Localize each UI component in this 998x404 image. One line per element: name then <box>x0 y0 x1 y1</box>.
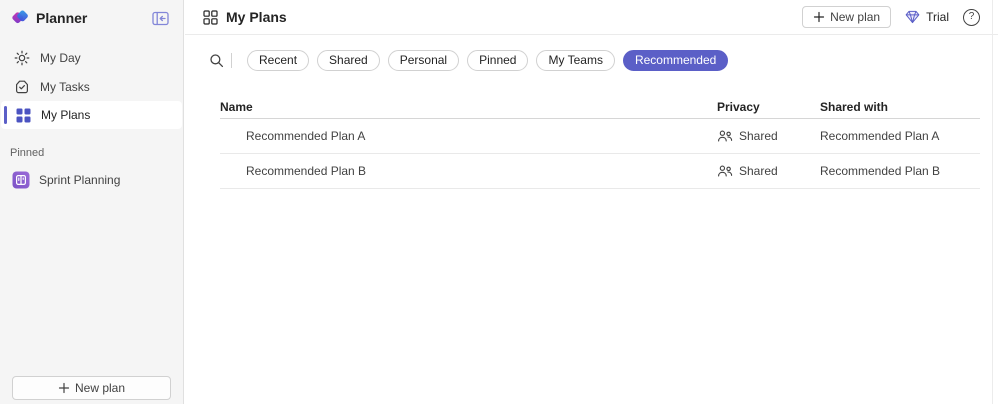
sidebar-new-plan-button[interactable]: New plan <box>12 376 171 400</box>
privacy-label: Shared <box>739 129 778 143</box>
new-plan-label: New plan <box>830 10 881 24</box>
sidebar-item-label: My Plans <box>41 108 91 122</box>
shared-with: Recommended Plan B <box>820 164 941 178</box>
new-plan-button[interactable]: New plan <box>802 6 892 28</box>
main-content: My Plans New plan Trial ? Recent Shared … <box>185 0 998 404</box>
column-header-name: Name <box>220 99 253 114</box>
table-row[interactable]: Recommended Plan A Shared Recommended Pl… <box>220 119 980 154</box>
column-header-privacy: Privacy <box>717 99 760 114</box>
grid-filled-icon <box>15 107 31 123</box>
filter-chip-my-teams[interactable]: My Teams <box>536 49 615 71</box>
main-header-title-group: My Plans <box>203 9 802 25</box>
sidebar-nav: My Day My Tasks My Plans <box>0 43 183 129</box>
plan-name[interactable]: Recommended Plan A <box>220 129 717 143</box>
sun-icon <box>14 50 30 66</box>
app-title: Planner <box>36 10 88 26</box>
diamond-gem-icon <box>905 10 920 24</box>
filter-chip-recent[interactable]: Recent <box>247 49 310 71</box>
plans-table: Name Privacy Shared with Recommended Pla… <box>220 95 980 189</box>
trial-button[interactable]: Trial <box>905 10 949 24</box>
collapse-panel-icon <box>151 11 169 26</box>
new-plan-label: New plan <box>74 381 126 395</box>
sidebar-item-label: My Day <box>40 50 81 65</box>
sidebar-item-label: My Tasks <box>40 79 90 94</box>
plan-board-icon <box>12 171 30 189</box>
sidebar-header: Planner <box>0 0 183 36</box>
task-check-icon <box>14 79 30 95</box>
selection-indicator <box>4 106 7 124</box>
help-button[interactable]: ? <box>963 8 980 26</box>
plus-icon <box>58 382 70 394</box>
filter-chip-personal[interactable]: Personal <box>387 49 460 71</box>
search-icon <box>209 53 224 68</box>
column-header-shared-with: Shared with <box>820 99 889 114</box>
plan-privacy: Shared <box>717 164 820 178</box>
search-button[interactable] <box>205 49 227 71</box>
planner-app: Planner My Day My Tasks My Plans Pinned … <box>0 0 998 404</box>
sidebar: Planner My Day My Tasks My Plans Pinned … <box>0 0 184 404</box>
filter-chip-shared[interactable]: Shared <box>317 49 380 71</box>
sidebar-item-my-day[interactable]: My Day <box>0 43 183 72</box>
people-icon <box>717 164 733 178</box>
sidebar-item-my-plans[interactable]: My Plans <box>1 101 182 129</box>
people-icon <box>717 129 733 143</box>
planner-logo-icon <box>10 8 30 28</box>
plus-icon <box>813 11 825 23</box>
filter-chip-recommended[interactable]: Recommended <box>622 49 729 71</box>
table-row[interactable]: Recommended Plan B Shared Recommended Pl… <box>220 154 980 189</box>
sidebar-item-label: Sprint Planning <box>39 172 121 187</box>
main-header-actions: New plan Trial ? <box>802 6 980 28</box>
sidebar-footer: New plan <box>0 376 183 404</box>
pinned-section-label: Pinned <box>10 147 45 159</box>
plan-name[interactable]: Recommended Plan B <box>220 164 717 178</box>
grid-outline-icon <box>203 9 218 25</box>
question-mark-glyph: ? <box>968 11 975 22</box>
filter-bar: Recent Shared Personal Pinned My Teams R… <box>185 43 998 77</box>
collapse-sidebar-button[interactable] <box>149 8 171 28</box>
table-header-row: Name Privacy Shared with <box>220 95 980 119</box>
plan-privacy: Shared <box>717 129 820 143</box>
trial-label: Trial <box>926 10 949 24</box>
main-header: My Plans New plan Trial ? <box>185 0 998 35</box>
shared-with: Recommended Plan A <box>820 129 940 143</box>
sidebar-item-sprint-planning[interactable]: Sprint Planning <box>0 165 183 194</box>
privacy-label: Shared <box>739 164 778 178</box>
filter-divider <box>231 52 232 68</box>
filter-chip-pinned[interactable]: Pinned <box>467 49 529 71</box>
page-title: My Plans <box>226 9 287 25</box>
scrollbar-track[interactable] <box>992 0 993 404</box>
sidebar-item-my-tasks[interactable]: My Tasks <box>0 72 183 101</box>
